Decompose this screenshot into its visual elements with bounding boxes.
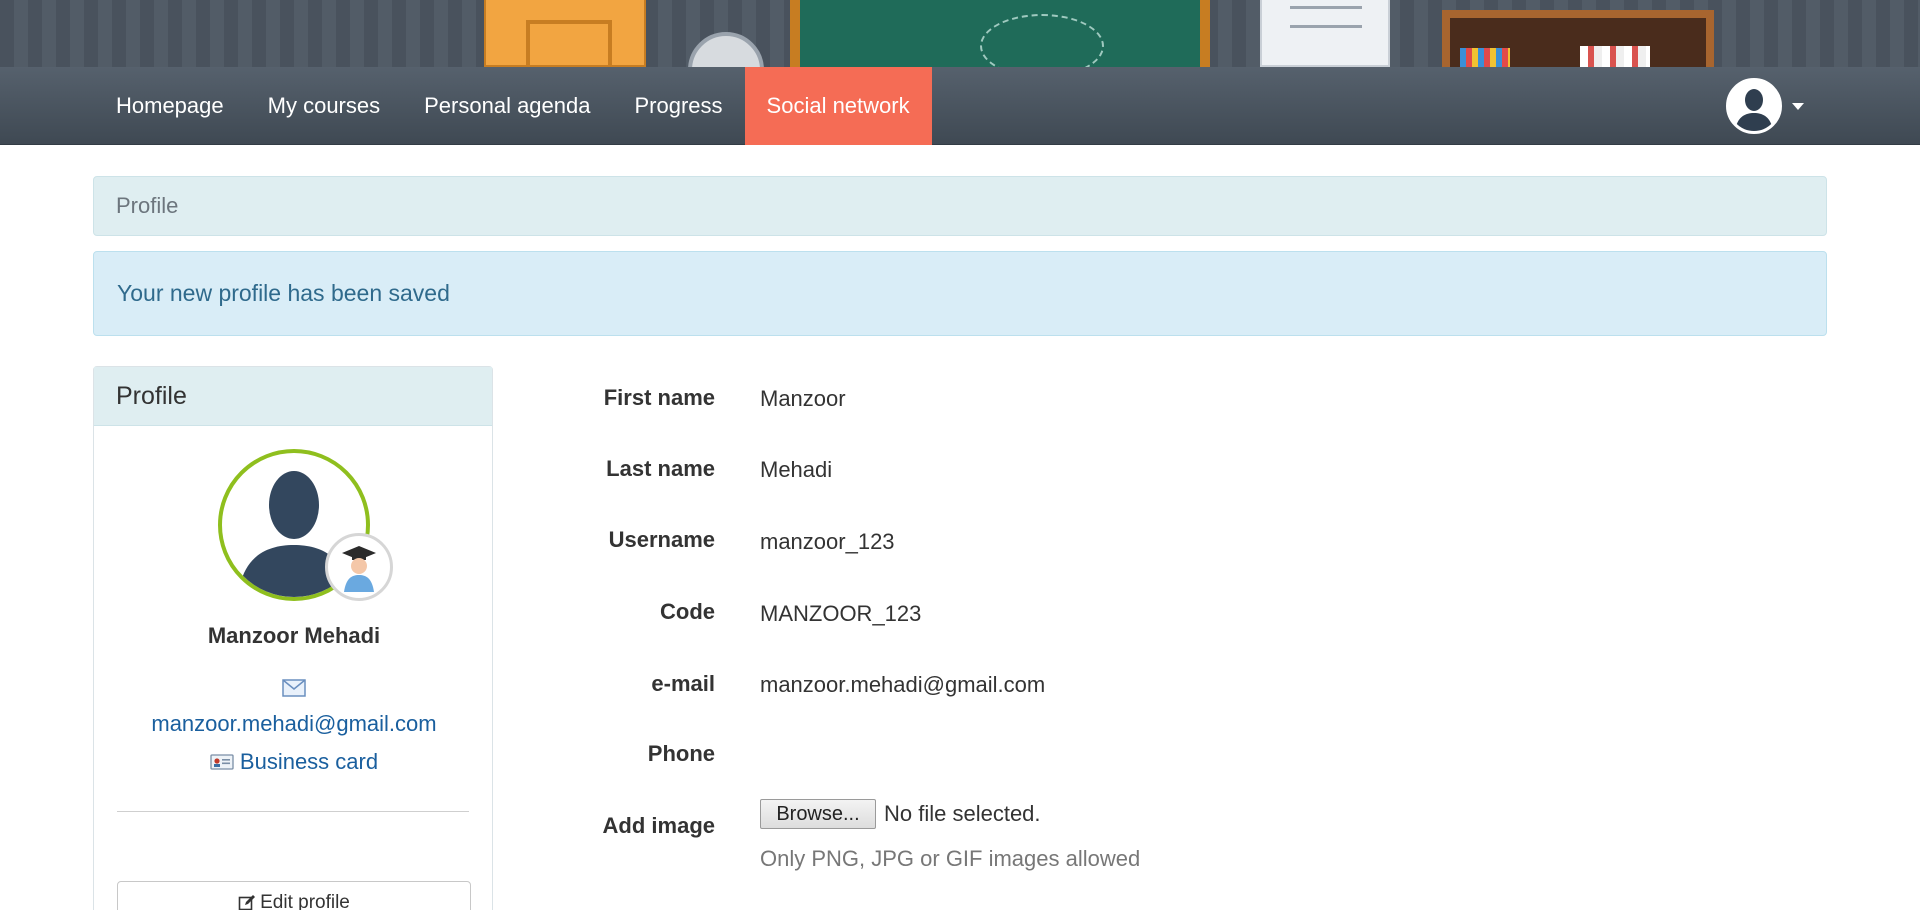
user-silhouette-icon [1735, 89, 1773, 131]
nav-item-homepage[interactable]: Homepage [94, 67, 246, 145]
header-banner [0, 0, 1920, 67]
banner-clock-illustration [688, 32, 764, 67]
nav-item-progress[interactable]: Progress [612, 67, 744, 145]
breadcrumb: Profile [93, 176, 1827, 236]
envelope-icon [282, 679, 306, 697]
graduate-icon [342, 546, 376, 592]
nav-item-personal-agenda[interactable]: Personal agenda [402, 67, 612, 145]
edit-icon [238, 895, 256, 910]
browse-file-button[interactable]: Browse... [760, 799, 876, 829]
alert-message: Your new profile has been saved [117, 280, 450, 306]
success-alert: Your new profile has been saved [93, 251, 1827, 336]
breadcrumb-current: Profile [116, 193, 179, 218]
chevron-down-icon [1792, 102, 1804, 110]
profile-panel: Profile Manzoor Mehadi manzoor.mehadi@gm… [93, 366, 493, 910]
banner-bookshelf-illustration [1442, 10, 1714, 67]
email-label: e-mail [651, 671, 715, 696]
profile-email-link[interactable]: manzoor.mehadi@gmail.com [94, 711, 494, 737]
main-navbar: Homepage My courses Personal agenda Prog… [0, 67, 1920, 145]
profile-panel-title: Profile [94, 367, 492, 426]
first-name-label: First name [603, 385, 715, 410]
business-card-label: Business card [239, 749, 379, 774]
image-help-text: Only PNG, JPG or GIF images allowed [760, 846, 1141, 871]
edit-profile-label: Edit profile [260, 892, 350, 910]
banner-chalkboard-illustration [790, 0, 1210, 67]
phone-label: Phone [647, 741, 715, 766]
student-role-badge [325, 533, 393, 601]
banner-paper-illustration [1260, 0, 1390, 67]
edit-profile-button[interactable]: Edit profile [117, 881, 471, 910]
business-card-link[interactable]: Business card [94, 749, 494, 775]
user-menu-toggle[interactable] [1726, 77, 1804, 135]
last-name-label: Last name [606, 456, 715, 481]
username-label: Username [608, 527, 715, 552]
panel-divider [117, 811, 469, 812]
add-image-label: Add image [602, 813, 715, 838]
username-value: manzoor_123 [760, 529, 895, 554]
code-value: MANZOOR_123 [760, 601, 922, 626]
nav-item-social-network[interactable]: Social network [744, 67, 932, 145]
banner-door-illustration [484, 0, 646, 67]
profile-full-name: Manzoor Mehadi [207, 623, 381, 648]
nav-menu: Homepage My courses Personal agenda Prog… [94, 67, 932, 145]
first-name-value: Manzoor [760, 386, 846, 411]
last-name-value: Mehadi [760, 457, 833, 482]
id-card-icon [210, 754, 234, 770]
email-value: manzoor.mehadi@gmail.com [760, 672, 1046, 697]
code-label: Code [660, 599, 715, 624]
nav-item-my-courses[interactable]: My courses [246, 67, 402, 145]
user-avatar [1726, 78, 1782, 134]
file-status-text: No file selected. [884, 801, 1041, 826]
